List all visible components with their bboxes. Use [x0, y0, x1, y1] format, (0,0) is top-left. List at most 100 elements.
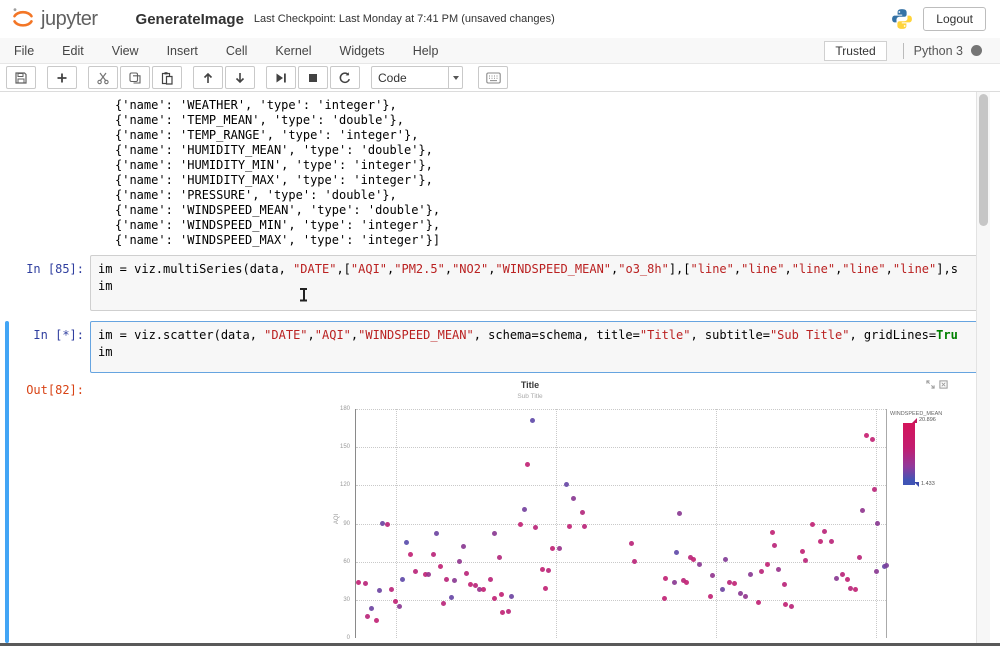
- code-line: im = viz.scatter(data, "DATE","AQI","WIN…: [98, 328, 958, 342]
- data-point: [579, 509, 585, 515]
- y-tick-label: 60: [343, 558, 350, 565]
- data-point: [496, 555, 502, 561]
- data-point: [365, 613, 371, 619]
- menu-kernel[interactable]: Kernel: [261, 40, 325, 62]
- data-point: [581, 523, 587, 529]
- chart-title: Title: [520, 380, 540, 390]
- copy-cells-button[interactable]: [120, 66, 150, 89]
- data-point: [529, 417, 535, 423]
- menu-view[interactable]: View: [98, 40, 153, 62]
- restart-kernel-button[interactable]: [330, 66, 360, 89]
- data-point: [550, 546, 556, 552]
- text-cursor: [299, 288, 308, 301]
- data-point: [661, 596, 667, 602]
- scrollbar-thumb[interactable]: [979, 94, 988, 226]
- window-bottom-edge: [0, 643, 1000, 646]
- output-line: {'name': 'TEMP_MEAN', 'type': 'double'},: [115, 113, 404, 127]
- data-point: [407, 551, 413, 557]
- logout-button[interactable]: Logout: [923, 7, 986, 31]
- y-tick-label: 30: [343, 596, 350, 603]
- menu-cell[interactable]: Cell: [212, 40, 262, 62]
- data-point: [783, 602, 789, 608]
- code-cell-scatter[interactable]: im = viz.scatter(data, "DATE","AQI","WIN…: [90, 321, 988, 373]
- trusted-button[interactable]: Trusted: [824, 40, 887, 61]
- legend-min-marker: [914, 482, 919, 487]
- menu-insert[interactable]: Insert: [153, 40, 212, 62]
- output-line: {'name': 'TEMP_RANGE', 'type': 'integer'…: [115, 128, 419, 142]
- data-point: [543, 585, 549, 591]
- expand-chart-icon[interactable]: [926, 380, 935, 389]
- code-cell-multiseries[interactable]: im = viz.multiSeries(data, "DATE",["AQI"…: [90, 255, 988, 311]
- y-tick-label: 120: [339, 482, 350, 489]
- scrollbar-track[interactable]: [976, 92, 990, 643]
- cut-cell-button[interactable]: [88, 66, 118, 89]
- cell-type-select[interactable]: Code: [371, 66, 463, 89]
- data-point: [393, 598, 399, 604]
- legend-min-value: 1.433: [921, 481, 935, 487]
- data-point: [769, 529, 775, 535]
- data-point: [388, 587, 394, 593]
- chart-subtitle: Sub Title: [517, 393, 543, 400]
- data-point: [755, 599, 761, 605]
- y-tick-label: 90: [343, 520, 350, 527]
- data-point: [662, 575, 668, 581]
- jupyter-wordmark: jupyter: [41, 7, 98, 30]
- data-point: [747, 571, 753, 577]
- move-cell-up-button[interactable]: [193, 66, 223, 89]
- copy-icon: [129, 71, 141, 84]
- data-point: [570, 495, 576, 501]
- toolbar: Code: [0, 64, 1000, 92]
- add-cell-button[interactable]: [47, 66, 77, 89]
- move-down-icon: [235, 72, 245, 83]
- notebook-title[interactable]: GenerateImage: [136, 11, 244, 28]
- data-point: [840, 571, 846, 577]
- menu-edit[interactable]: Edit: [48, 40, 98, 62]
- data-point: [852, 587, 858, 593]
- menu-widgets[interactable]: Widgets: [326, 40, 399, 62]
- data-point: [498, 592, 504, 598]
- data-point: [403, 540, 409, 546]
- interrupt-kernel-button[interactable]: [298, 66, 328, 89]
- data-point: [671, 579, 677, 585]
- jupyter-logo-icon: [13, 8, 33, 27]
- data-point: [480, 587, 486, 593]
- data-point: [628, 541, 634, 547]
- data-point: [533, 524, 539, 530]
- run-cell-button[interactable]: [266, 66, 296, 89]
- save-button[interactable]: [6, 66, 36, 89]
- data-point: [463, 570, 469, 576]
- menu-file[interactable]: File: [0, 40, 48, 62]
- data-point: [369, 606, 375, 612]
- menu-help[interactable]: Help: [399, 40, 453, 62]
- data-point: [818, 538, 824, 544]
- divider: [902, 42, 904, 59]
- scatter-chart: Title Sub Title AQI 0 30 60 90 120 150 180 WIN…: [200, 378, 980, 648]
- move-cell-down-button[interactable]: [225, 66, 255, 89]
- data-point: [875, 521, 881, 526]
- data-point: [521, 507, 527, 512]
- legend-colorbar: [903, 423, 915, 485]
- code-line: im = viz.multiSeries(data, "DATE",["AQI"…: [98, 262, 958, 276]
- output-line: {'name': 'HUMIDITY_MAX', 'type': 'intege…: [115, 173, 433, 187]
- export-chart-icon[interactable]: [939, 380, 948, 389]
- data-point: [673, 550, 679, 556]
- data-point: [632, 559, 638, 565]
- data-point: [380, 521, 386, 526]
- selected-cell-indicator: [5, 321, 9, 643]
- paste-cells-button[interactable]: [152, 66, 182, 89]
- data-point: [710, 573, 716, 579]
- command-palette-button[interactable]: [478, 66, 508, 89]
- code-line: im: [98, 345, 113, 359]
- data-point: [677, 510, 683, 516]
- data-point: [487, 576, 493, 582]
- data-point: [356, 579, 362, 585]
- data-point: [441, 601, 447, 607]
- data-point: [412, 569, 418, 575]
- cell-type-value: Code: [378, 70, 407, 85]
- chevron-down-icon: [452, 75, 459, 80]
- data-point: [456, 559, 462, 565]
- jupyter-window: jupyter GenerateImage Last Checkpoint: L…: [0, 0, 1000, 648]
- data-point: [844, 576, 850, 582]
- input-prompt: In [*]:: [33, 328, 84, 342]
- jupyter-logo[interactable]: jupyter: [10, 6, 98, 32]
